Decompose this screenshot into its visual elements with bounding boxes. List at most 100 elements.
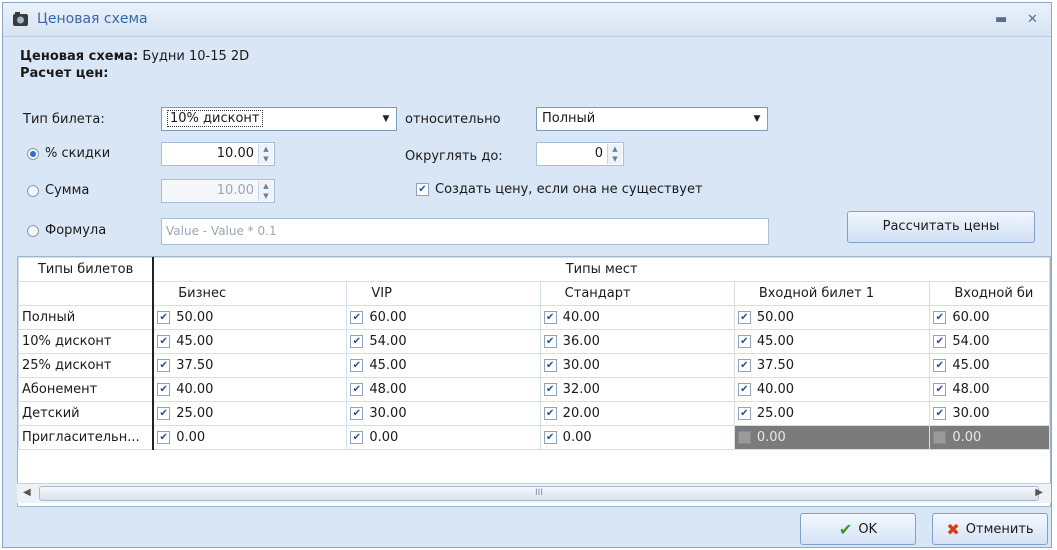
ok-button[interactable]: ✔ OK xyxy=(800,513,916,545)
price-cell[interactable]: 0.00 xyxy=(757,430,786,445)
price-cell[interactable]: 48.00 xyxy=(952,382,989,397)
checkbox-checked-icon[interactable]: ✔ xyxy=(933,383,947,396)
scroll-thumb[interactable]: III xyxy=(39,486,1039,501)
spin-arrows-icon[interactable]: ▲ ▼ xyxy=(258,181,273,201)
table-row: 10% дисконт ✔ 45.00 ✔ 54.00 ✔ 36.00 ✔ 45.00 … xyxy=(18,329,1050,354)
spin-arrows-icon[interactable]: ▲ ▼ xyxy=(258,144,273,164)
checkbox-checked-icon[interactable]: ✔ xyxy=(933,359,947,372)
price-cell[interactable]: 0.00 xyxy=(176,430,205,445)
radio-selected-icon xyxy=(27,147,39,160)
price-cell[interactable]: 45.00 xyxy=(369,358,406,373)
checkbox-checked-icon[interactable]: ✔ xyxy=(350,335,364,348)
checkbox-checked-icon[interactable]: ✔ xyxy=(933,407,947,420)
table-row: Детский ✔ 25.00 ✔ 30.00 ✔ 20.00 ✔ 25.00 ✔ 30.… xyxy=(18,401,1050,426)
checkbox-checked-icon[interactable]: ✔ xyxy=(737,311,751,324)
price-cell[interactable]: 36.00 xyxy=(563,334,600,349)
checkbox-checked-icon[interactable]: ✔ xyxy=(157,431,171,444)
checkbox-checked-icon[interactable]: ✔ xyxy=(416,183,429,196)
checkbox-checked-icon[interactable]: ✔ xyxy=(933,335,947,348)
price-cell[interactable]: 25.00 xyxy=(757,406,794,421)
column-header[interactable]: Стандарт xyxy=(539,281,735,306)
checkbox-checked-icon[interactable]: ✔ xyxy=(737,335,751,348)
price-cell[interactable]: 45.00 xyxy=(176,334,213,349)
checkbox-checked-icon[interactable]: ✔ xyxy=(350,311,364,324)
checkbox-checked-icon[interactable]: ✔ xyxy=(157,359,171,372)
checkbox-unchecked-icon[interactable] xyxy=(737,431,751,444)
discount-spinner[interactable]: 10.00 ▲ ▼ xyxy=(161,142,275,166)
checkbox-checked-icon[interactable]: ✔ xyxy=(350,383,364,396)
price-cell[interactable]: 20.00 xyxy=(563,406,600,421)
close-icon[interactable]: ✕ xyxy=(1027,12,1038,27)
price-cell[interactable]: 25.00 xyxy=(176,406,213,421)
checkbox-unchecked-icon[interactable] xyxy=(933,431,947,444)
minimize-icon[interactable]: ▬ xyxy=(995,12,1007,27)
price-cell[interactable]: 30.00 xyxy=(563,358,600,373)
checkbox-checked-icon[interactable]: ✔ xyxy=(543,335,557,348)
price-cell[interactable]: 37.50 xyxy=(757,358,794,373)
round-value: 0 xyxy=(594,146,603,161)
price-cell[interactable]: 40.00 xyxy=(563,310,600,325)
checkbox-checked-icon[interactable]: ✔ xyxy=(543,407,557,420)
column-header[interactable]: VIP xyxy=(346,281,541,306)
price-cell[interactable]: 0.00 xyxy=(563,430,592,445)
price-cell[interactable]: 30.00 xyxy=(952,406,989,421)
price-cell[interactable]: 45.00 xyxy=(952,358,989,373)
price-cell[interactable]: 50.00 xyxy=(757,310,794,325)
round-label: Округлять до: xyxy=(405,149,503,164)
spin-arrows-icon[interactable]: ▲ ▼ xyxy=(607,144,622,164)
chevron-down-icon[interactable]: ▼ xyxy=(377,109,395,129)
checkbox-checked-icon[interactable]: ✔ xyxy=(543,383,557,396)
price-cell[interactable]: 45.00 xyxy=(757,334,794,349)
checkbox-checked-icon[interactable]: ✔ xyxy=(157,335,171,348)
round-spinner[interactable]: 0 ▲ ▼ xyxy=(536,142,624,166)
checkbox-checked-icon[interactable]: ✔ xyxy=(737,407,751,420)
price-cell[interactable]: 50.00 xyxy=(176,310,213,325)
price-cell[interactable]: 30.00 xyxy=(369,406,406,421)
price-cell[interactable]: 54.00 xyxy=(369,334,406,349)
scroll-right-icon[interactable]: ▶ xyxy=(1035,487,1043,498)
chevron-down-icon[interactable]: ▼ xyxy=(748,109,766,129)
price-cell[interactable]: 37.50 xyxy=(176,358,213,373)
checkbox-checked-icon[interactable]: ✔ xyxy=(350,359,364,372)
checkbox-checked-icon[interactable]: ✔ xyxy=(157,311,171,324)
checkbox-checked-icon[interactable]: ✔ xyxy=(157,383,171,396)
radio-unselected-icon xyxy=(27,224,39,237)
cancel-button[interactable]: ✖ Отменить xyxy=(932,513,1048,545)
price-cell[interactable]: 32.00 xyxy=(563,382,600,397)
checkbox-checked-icon[interactable]: ✔ xyxy=(543,359,557,372)
sum-spinner[interactable]: 10.00 ▲ ▼ xyxy=(161,179,275,203)
column-header[interactable]: Входной би xyxy=(929,281,1050,306)
checkbox-checked-icon[interactable]: ✔ xyxy=(933,311,947,324)
sum-label: Сумма xyxy=(45,183,90,198)
price-cell[interactable]: 0.00 xyxy=(369,430,398,445)
formula-input[interactable]: Value - Value * 0.1 xyxy=(161,218,769,245)
create-price-checkbox[interactable]: ✔ Создать цену, если она не существует xyxy=(416,182,703,197)
price-cell[interactable]: 54.00 xyxy=(952,334,989,349)
scroll-left-icon[interactable]: ◀ xyxy=(23,487,31,498)
column-header[interactable]: Входной билет 1 xyxy=(733,281,931,306)
price-cell[interactable]: 40.00 xyxy=(176,382,213,397)
relative-select[interactable]: Полный ▼ xyxy=(536,107,768,131)
discount-radio[interactable]: % скидки xyxy=(27,146,110,161)
checkbox-checked-icon[interactable]: ✔ xyxy=(350,407,364,420)
price-cell[interactable]: 40.00 xyxy=(757,382,794,397)
horizontal-scrollbar[interactable]: ◀ III ▶ xyxy=(17,483,1051,503)
price-cell[interactable]: 48.00 xyxy=(369,382,406,397)
column-header[interactable]: Бизнес xyxy=(152,281,348,306)
window-title: Ценовая схема xyxy=(37,11,148,27)
ticket-type-select[interactable]: 10% дисконт ▼ xyxy=(161,107,397,131)
sum-radio[interactable]: Сумма xyxy=(27,183,89,198)
checkbox-checked-icon[interactable]: ✔ xyxy=(350,431,364,444)
formula-radio[interactable]: Формула xyxy=(27,223,106,238)
scheme-name-line: Ценовая схема: Будни 10-15 2D xyxy=(20,49,249,64)
price-cell[interactable]: 60.00 xyxy=(369,310,406,325)
price-cell[interactable]: 60.00 xyxy=(952,310,989,325)
formula-label: Формула xyxy=(45,223,107,238)
checkbox-checked-icon[interactable]: ✔ xyxy=(737,383,751,396)
checkbox-checked-icon[interactable]: ✔ xyxy=(737,359,751,372)
checkbox-checked-icon[interactable]: ✔ xyxy=(543,431,557,444)
price-cell[interactable]: 0.00 xyxy=(952,430,981,445)
checkbox-checked-icon[interactable]: ✔ xyxy=(157,407,171,420)
checkbox-checked-icon[interactable]: ✔ xyxy=(543,311,557,324)
calculate-prices-button[interactable]: Рассчитать цены xyxy=(847,211,1035,243)
